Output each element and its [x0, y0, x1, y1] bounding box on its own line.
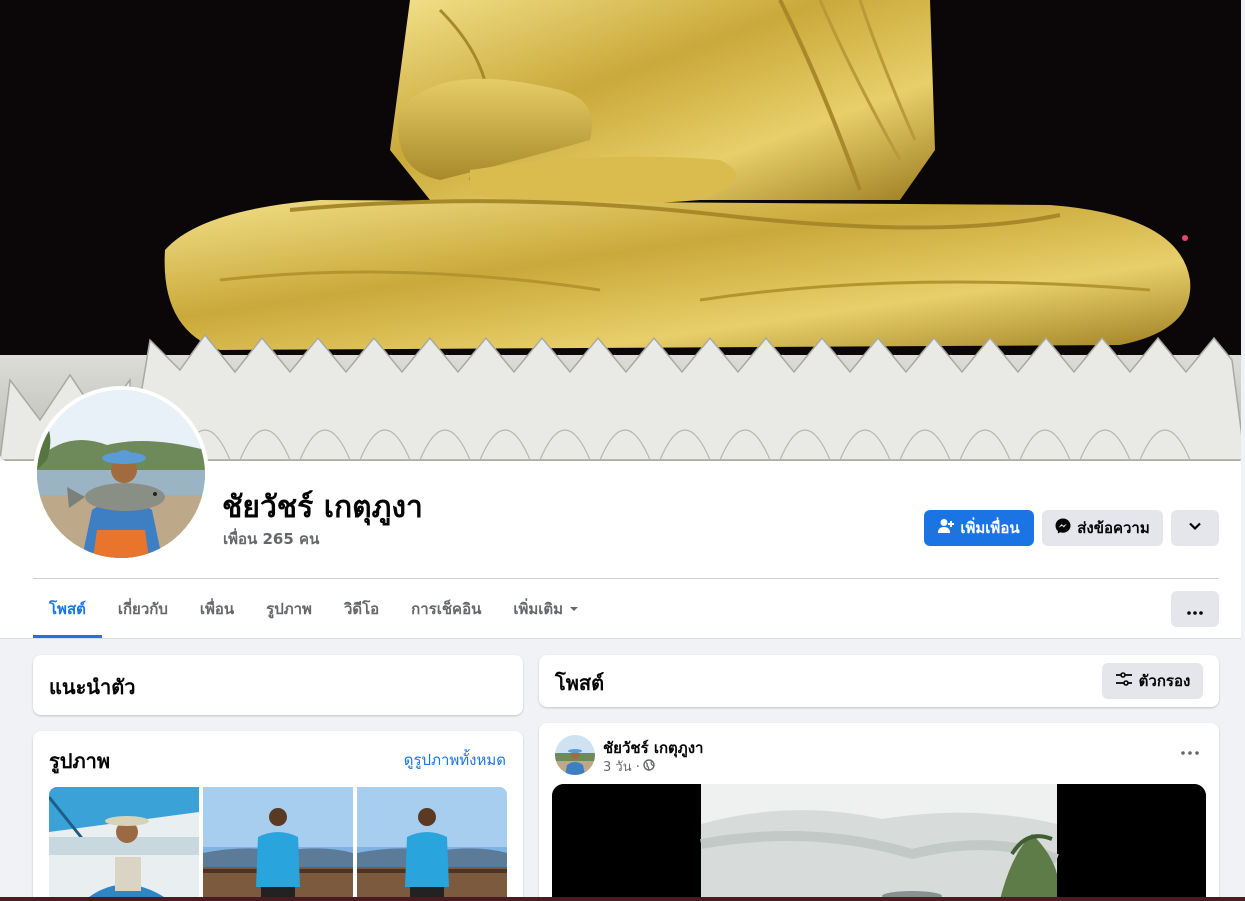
add-friend-icon	[938, 518, 955, 538]
see-all-photos-link[interactable]: ดูรูปภาพทั้งหมด	[404, 748, 506, 772]
more-options-button[interactable]	[1171, 591, 1219, 627]
tab-posts[interactable]: โพสต์	[33, 580, 102, 638]
chevron-down-icon	[1188, 519, 1202, 537]
cover-photo[interactable]	[0, 0, 1245, 461]
tab-checkins[interactable]: การเช็คอิน	[395, 580, 497, 638]
message-button[interactable]: ส่งข้อความ	[1042, 510, 1163, 546]
photo-thumbnail[interactable]	[49, 787, 199, 901]
filter-icon	[1115, 671, 1133, 691]
tab-label: เพื่อน	[199, 600, 235, 618]
tab-label: รูปภาพ	[266, 600, 312, 618]
message-label: ส่งข้อความ	[1077, 519, 1150, 537]
intro-title: แนะนำตัว	[49, 675, 136, 699]
tab-more[interactable]: เพิ่มเติม	[497, 580, 595, 638]
posts-title: โพสต์	[555, 671, 605, 695]
profile-tabs: โพสต์ เกี่ยวกับ เพื่อน รูปภาพ วิดีโอ การ…	[33, 580, 595, 638]
tab-label: การเช็คอิน	[411, 600, 482, 618]
tab-label: เพิ่มเติม	[513, 600, 564, 618]
messenger-icon	[1055, 518, 1071, 538]
add-friend-button[interactable]: เพิ่มเพื่อน	[924, 510, 1034, 546]
tab-about[interactable]: เกี่ยวกับ	[102, 580, 184, 638]
tab-photos[interactable]: รูปภาพ	[250, 580, 328, 638]
friends-count[interactable]: เพื่อน 265 คน	[223, 527, 319, 551]
profile-avatar[interactable]	[33, 386, 209, 562]
filter-label: ตัวกรอง	[1138, 672, 1191, 690]
post-card: ชัยวัชร์ เกตุภูงา 3 วัน ·	[539, 723, 1219, 901]
photos-title: รูปภาพ	[49, 749, 111, 773]
more-dots-icon	[1181, 739, 1199, 760]
tab-friends[interactable]: เพื่อน	[184, 580, 250, 638]
intro-card: แนะนำตัว	[33, 655, 523, 715]
profile-name: ชัยวัชร์ เกตุภูงา	[222, 490, 423, 525]
photo-thumbnail[interactable]	[203, 787, 353, 901]
tab-videos[interactable]: วิดีโอ	[328, 580, 395, 638]
more-actions-button[interactable]	[1171, 510, 1219, 546]
post-author-avatar[interactable]	[555, 735, 595, 775]
post-time[interactable]: 3 วัน ·	[603, 756, 640, 777]
globe-icon	[643, 758, 655, 775]
photos-card: รูปภาพ ดูรูปภาพทั้งหมด	[33, 731, 523, 901]
header-divider	[33, 578, 1219, 579]
post-media[interactable]	[552, 784, 1206, 901]
more-dots-icon	[1187, 599, 1203, 620]
photo-grid	[49, 787, 507, 901]
window-edge	[1241, 0, 1245, 901]
bottom-edge	[0, 897, 1245, 901]
filter-button[interactable]: ตัวกรอง	[1102, 663, 1203, 699]
tab-label: วิดีโอ	[343, 600, 380, 618]
profile-actions: เพิ่มเพื่อน ส่งข้อความ	[924, 510, 1219, 546]
post-meta: 3 วัน ·	[603, 756, 655, 777]
add-friend-label: เพิ่มเพื่อน	[960, 519, 1020, 537]
posts-header-card: โพสต์ ตัวกรอง	[539, 655, 1219, 707]
tab-label: โพสต์	[49, 600, 86, 618]
tab-label: เกี่ยวกับ	[117, 600, 168, 618]
post-options-button[interactable]	[1181, 739, 1199, 760]
caret-down-icon	[569, 600, 579, 618]
photo-thumbnail[interactable]	[357, 787, 507, 901]
